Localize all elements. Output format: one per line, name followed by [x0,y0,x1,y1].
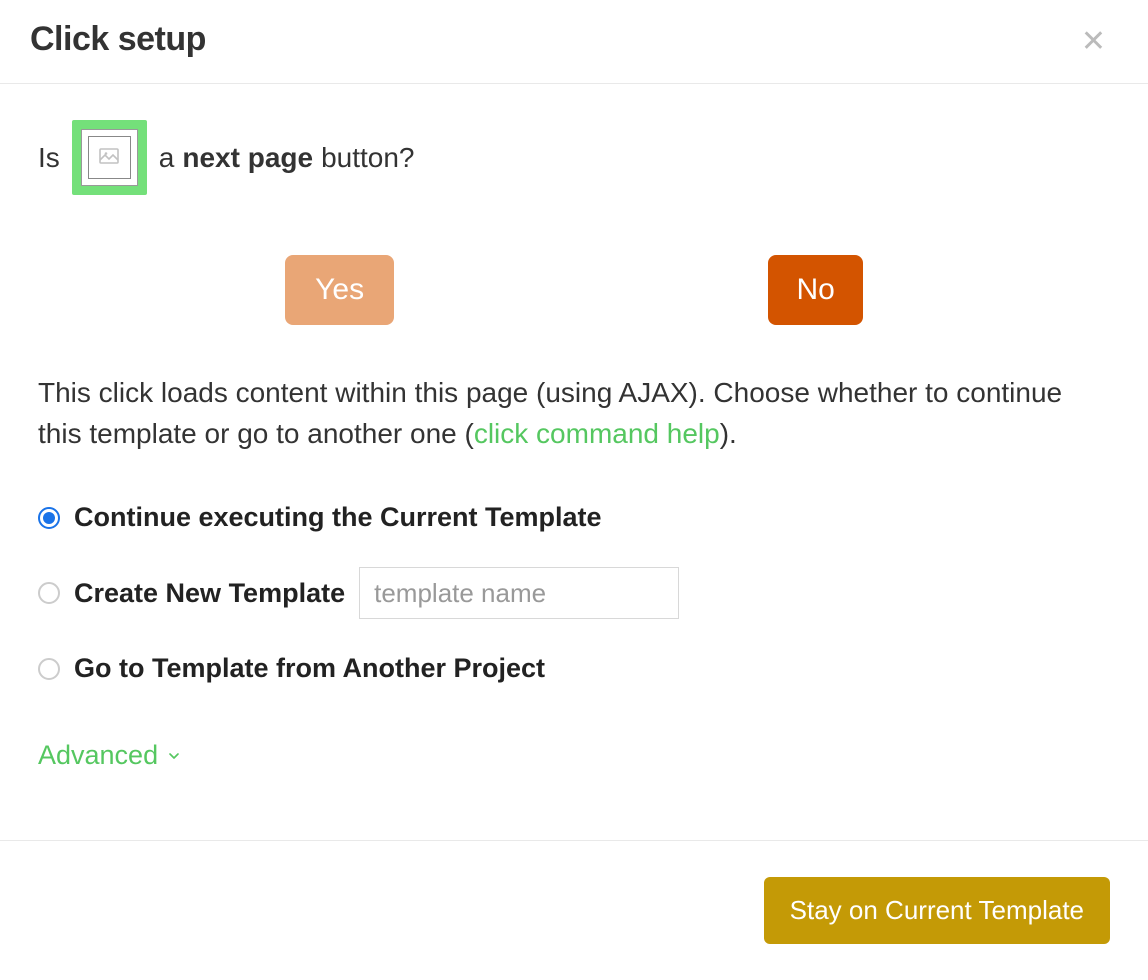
broken-image-icon [97,146,121,170]
description-text: This click loads content within this pag… [38,373,1110,454]
option-goto-project-label: Go to Template from Another Project [74,653,545,684]
dialog-footer: Stay on Current Template [0,840,1148,980]
advanced-toggle[interactable]: Advanced [38,740,182,771]
element-thumbnail [72,120,147,195]
template-name-input[interactable] [359,567,679,619]
question-prefix: Is [38,142,60,174]
question-bold: next page [182,142,313,174]
question-suffix: button? [321,142,414,174]
click-command-help-link[interactable]: click command help [474,418,720,449]
option-create-new-label: Create New Template [74,578,345,609]
yes-button[interactable]: Yes [285,255,394,325]
close-icon[interactable]: ✕ [1081,23,1118,57]
option-goto-project[interactable]: Go to Template from Another Project [38,653,1110,684]
radio-goto-project[interactable] [38,658,60,680]
advanced-label: Advanced [38,740,158,771]
chevron-down-icon [166,748,182,764]
radio-create-new[interactable] [38,582,60,604]
no-button[interactable]: No [768,255,862,325]
option-continue-label: Continue executing the Current Template [74,502,602,533]
option-create-new[interactable]: Create New Template [38,567,1110,619]
radio-continue[interactable] [38,507,60,529]
question-text: Is a next page button? [38,120,1110,195]
dialog-content: Is a next page button? Yes No This click… [0,84,1148,801]
template-options: Continue executing the Current Template … [38,502,1110,684]
yes-no-row: Yes No [38,195,1110,365]
option-continue[interactable]: Continue executing the Current Template [38,502,1110,533]
stay-on-current-template-button[interactable]: Stay on Current Template [764,877,1110,944]
dialog-header: Click setup ✕ [0,0,1148,84]
dialog-title: Click setup [30,20,206,59]
question-article: a [159,142,175,174]
